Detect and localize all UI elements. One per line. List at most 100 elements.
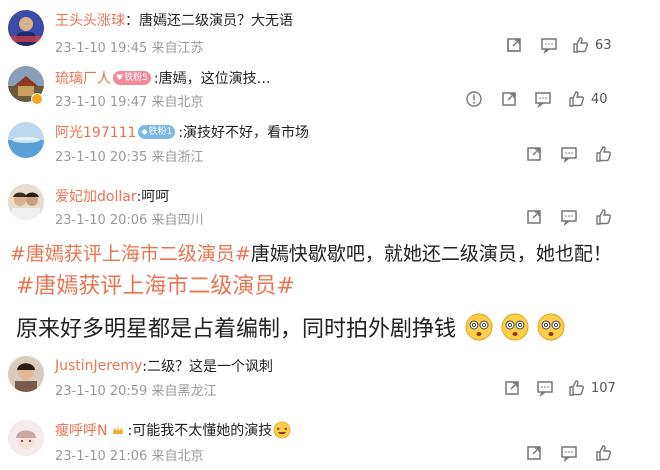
comment-meta: 23-1-10 20:59 来自黑龙江 [55, 380, 217, 399]
comment-text: :唐嫣，这位演技… [153, 71, 271, 87]
heart-icon: ♥ [116, 73, 124, 82]
overlay-line-2: #唐嫣获评上海市二级演员# [16, 268, 295, 300]
thumbs-up-icon [573, 37, 588, 53]
comment-actions: 40 [360, 89, 660, 109]
comment-actions [360, 207, 660, 227]
comment-button[interactable] [560, 443, 578, 463]
fan-badge-label: 铁粉1 [148, 127, 173, 137]
comment-icon [561, 210, 577, 226]
share-button[interactable] [505, 35, 523, 55]
location: 来自浙江 [151, 150, 204, 165]
comment-meta: 23-1-10 19:45 来自江苏 [55, 37, 204, 56]
verified-badge [31, 93, 43, 105]
share-icon [527, 210, 541, 224]
comment-line: 琉璃厂人 ♥ 铁粉5 :唐嫣，这位演技… [55, 68, 271, 88]
overlay-line-3: 原来好多明星都是占着编制，同时拍外剧挣钱 [16, 311, 566, 343]
username[interactable]: 爱妃加dollar [55, 186, 137, 206]
warning-icon [466, 91, 482, 107]
comment-meta: 23-1-10 21:06 来自北京 [55, 445, 204, 464]
dizzy-face-emoji [537, 313, 565, 341]
comment-button[interactable] [560, 207, 578, 227]
avatar[interactable] [8, 420, 44, 456]
comment-line: 阿光197111 ◆ 铁粉1 :演技好不好，看市场 [55, 122, 309, 142]
comment-icon [535, 92, 551, 108]
fan-badge: ◆ 铁粉1 [138, 125, 176, 139]
comment-text: :演技好不好，看市场 [178, 125, 310, 141]
dizzy-face-emoji [465, 313, 493, 341]
report-button[interactable] [465, 89, 483, 109]
separator: ： [125, 13, 139, 29]
comment-button[interactable] [540, 35, 558, 55]
like-button[interactable]: 40 [568, 89, 608, 109]
like-count: 63 [595, 37, 612, 53]
comment-meta: 23-1-10 19:47 来自北京 [55, 91, 204, 110]
comment-button[interactable] [534, 89, 552, 109]
comment-item: 王头头涨球：唐嫣还二级演员？大无语 23-1-10 19:45 来自江苏 63 [0, 0, 660, 58]
like-button[interactable]: 63 [572, 35, 612, 55]
comment-meta: 23-1-10 20:06 来自四川 [55, 209, 204, 228]
location: 来自四川 [151, 213, 204, 228]
like-count: 107 [591, 380, 616, 396]
laughing-emoji [273, 421, 291, 439]
username[interactable]: 琉璃厂人 [55, 68, 111, 88]
share-button[interactable] [525, 443, 543, 463]
location: 来自黑龙江 [151, 384, 217, 399]
avatar[interactable] [8, 122, 44, 158]
comment-text: :二级？这是一个讽刺 [142, 359, 273, 375]
timestamp: 23-1-10 19:45 [55, 41, 148, 56]
comment-line: 爱妃加dollar:呵呵 [55, 186, 169, 206]
comment-meta: 23-1-10 20:35 来自浙江 [55, 146, 204, 165]
comment-item: JustinJeremy:二级？这是一个讽刺 23-1-10 20:59 来自黑… [0, 350, 660, 410]
share-button[interactable] [525, 207, 543, 227]
comment-button[interactable] [536, 378, 554, 398]
avatar[interactable] [8, 356, 44, 392]
thumbs-up-icon [569, 380, 584, 396]
username[interactable]: JustinJeremy [55, 358, 142, 374]
timestamp: 23-1-10 19:47 [55, 95, 148, 110]
comment-icon [537, 381, 553, 397]
comment-actions [360, 144, 660, 164]
diamond-icon: ◆ [141, 127, 148, 136]
comment-button[interactable] [560, 144, 578, 164]
username[interactable]: 王头头涨球 [55, 10, 125, 30]
overlay-line-1: #唐嫣获评上海市二级演员#唐嫣快歇歇吧，就她还二级演员，她也配！ [10, 239, 612, 266]
like-button[interactable] [595, 443, 613, 463]
location: 来自北京 [151, 449, 204, 464]
like-button[interactable]: 107 [568, 378, 616, 398]
share-button[interactable] [525, 144, 543, 164]
share-button[interactable] [503, 378, 521, 398]
timestamp: 23-1-10 20:06 [55, 213, 148, 228]
overlay-text: 唐嫣快歇歇吧，就她还二级演员，她也配！ [250, 243, 612, 265]
fan-badge-label: 铁粉5 [124, 73, 148, 83]
location: 来自北京 [151, 95, 204, 110]
username[interactable]: 瘦呼呼N [55, 420, 107, 440]
share-icon [527, 446, 541, 460]
like-button[interactable] [595, 144, 613, 164]
username[interactable]: 阿光197111 [55, 122, 136, 142]
share-icon [502, 92, 516, 106]
comment-text: :可能我不太懂她的演技 [127, 423, 273, 439]
share-button[interactable] [500, 89, 518, 109]
comment-icon [561, 147, 577, 163]
timestamp: 23-1-10 21:06 [55, 449, 148, 464]
like-button[interactable] [595, 207, 613, 227]
comment-item: 爱妃加dollar:呵呵 23-1-10 20:06 来自四川 [0, 174, 660, 234]
avatar[interactable] [8, 184, 44, 220]
location: 来自江苏 [151, 41, 204, 56]
like-count: 40 [591, 91, 608, 107]
comment-icon [561, 446, 577, 462]
comment-line: 王头头涨球：唐嫣还二级演员？大无语 [55, 10, 293, 30]
hashtag-link[interactable]: #唐嫣获评上海市二级演员# [10, 243, 251, 265]
thumbs-up-icon [596, 146, 611, 162]
comment-actions [360, 443, 660, 463]
comment-actions: 63 [360, 35, 660, 55]
comment-item: 瘦呼呼N :可能我不太懂她的演技 23-1-10 21:06 来自北京 [0, 410, 660, 470]
comment-icon [541, 38, 557, 54]
hashtag-link[interactable]: #唐嫣获评上海市二级演员# [16, 274, 295, 299]
comment-text: 唐嫣还二级演员？大无语 [139, 13, 293, 29]
comment-item: 阿光197111 ◆ 铁粉1 :演技好不好，看市场 23-1-10 20:35 来… [0, 116, 660, 174]
comment-text: :呵呵 [136, 189, 170, 205]
avatar[interactable] [8, 10, 44, 46]
dizzy-face-emoji [501, 313, 529, 341]
thumbs-up-icon [596, 209, 611, 225]
